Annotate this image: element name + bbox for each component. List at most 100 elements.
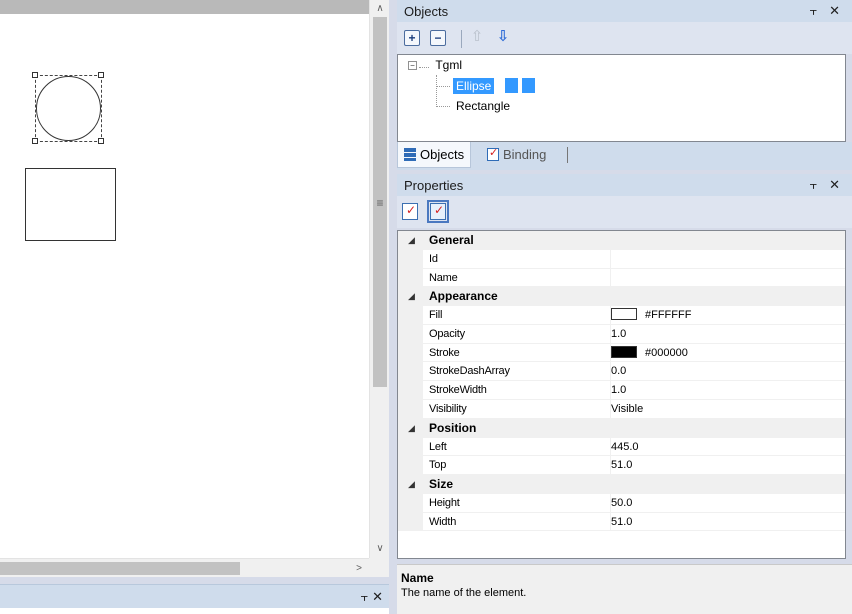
close-icon[interactable]: ✕ (829, 177, 844, 192)
tab-binding[interactable]: Binding (481, 142, 552, 168)
row-gutter (398, 268, 423, 287)
tree-item-ellipse[interactable]: Ellipse (453, 78, 495, 94)
category-label: General (429, 233, 474, 247)
category-position[interactable]: ◢ Position (398, 418, 845, 438)
objects-tree[interactable]: − Tgml Ellipse Rectangle (397, 54, 846, 142)
row-gutter (398, 325, 423, 343)
row-gutter (398, 512, 423, 531)
property-row-top[interactable]: Top 51.0 (398, 456, 845, 475)
property-name: Height (429, 496, 460, 509)
bottom-panel-header: ⫟ ✕ (0, 584, 389, 608)
tab-divider (567, 147, 568, 163)
resize-handle-bottom-left[interactable] (32, 138, 38, 144)
filtered-view-button[interactable] (427, 200, 449, 223)
panel-splitter[interactable] (389, 0, 397, 614)
design-canvas-area: ∧ ≡ ∨ > (0, 0, 389, 577)
splitter-grip-icon[interactable]: ≡ (370, 196, 390, 210)
selection-box (35, 75, 102, 142)
resize-handle-top-right[interactable] (98, 72, 104, 78)
property-value-top[interactable]: 51.0 (610, 456, 845, 474)
selection-highlight (505, 78, 518, 93)
property-row-visibility[interactable]: Visibility Visible (398, 399, 845, 419)
property-value-opacity[interactable]: 1.0 (610, 325, 845, 343)
property-grid[interactable]: ◢ General Id Name ◢ Appearance Fill #FFFF… (397, 230, 846, 559)
property-value-width[interactable]: 51.0 (610, 512, 845, 531)
property-name: Fill (429, 309, 443, 322)
row-gutter (398, 493, 423, 512)
collapse-triangle-icon[interactable]: ◢ (408, 231, 415, 250)
property-value-strokedasharray[interactable]: 0.0 (610, 362, 845, 381)
collapse-triangle-icon[interactable]: ◢ (408, 287, 415, 306)
vertical-scrollbar[interactable]: ∧ ≡ ∨ (369, 0, 389, 558)
collapse-all-button[interactable]: − (430, 30, 446, 46)
property-row-opacity[interactable]: Opacity 1.0 (398, 325, 845, 344)
pin-icon[interactable]: ⫟ (361, 589, 369, 604)
stroke-color-text: #000000 (645, 346, 688, 359)
property-row-strokewidth[interactable]: StrokeWidth 1.0 (398, 381, 845, 400)
tree-connector (436, 106, 450, 107)
description-title: Name (401, 571, 434, 585)
property-value-id[interactable] (610, 250, 845, 268)
close-icon[interactable]: ✕ (829, 3, 844, 18)
scroll-corner (369, 558, 389, 577)
property-value-stroke[interactable]: #000000 (610, 343, 845, 362)
resize-handle-top-left[interactable] (32, 72, 38, 78)
property-row-stroke[interactable]: Stroke #000000 (398, 343, 845, 363)
property-row-strokedasharray[interactable]: StrokeDashArray 0.0 (398, 362, 845, 382)
pin-icon[interactable]: ⫟ (810, 177, 822, 192)
row-gutter (398, 437, 423, 456)
property-row-fill[interactable]: Fill #FFFFFF (398, 306, 845, 326)
property-name: Visibility (429, 402, 467, 415)
property-row-name[interactable]: Name (398, 268, 845, 288)
horizontal-scroll-thumb[interactable] (0, 562, 240, 575)
objects-icon (404, 148, 416, 161)
category-size[interactable]: ◢ Size (398, 474, 845, 494)
scroll-up-icon[interactable]: ∧ (370, 0, 390, 17)
selection-highlight (522, 78, 535, 93)
property-value-visibility[interactable]: Visible (610, 399, 845, 418)
resize-handle-bottom-right[interactable] (98, 138, 104, 144)
pin-icon[interactable]: ⫟ (810, 3, 822, 18)
tree-item-rectangle[interactable]: Rectangle (453, 98, 513, 114)
fill-color-swatch[interactable] (611, 308, 637, 321)
close-icon[interactable]: ✕ (372, 589, 383, 604)
tree-node-label: Tgml (435, 58, 463, 72)
toolbar-separator (461, 30, 462, 48)
horizontal-scrollbar[interactable]: > (0, 558, 369, 577)
property-value-left[interactable]: 445.0 (610, 437, 845, 456)
binding-icon (487, 146, 499, 161)
property-row-height[interactable]: Height 50.0 (398, 493, 845, 513)
tree-connector (419, 67, 429, 68)
category-appearance[interactable]: ◢ Appearance (398, 287, 845, 307)
objects-toolbar: + − ⇧ ⇩ (397, 22, 852, 54)
property-value-height[interactable]: 50.0 (610, 493, 845, 512)
objects-panel-title: Objects (404, 4, 449, 19)
tree-node-root[interactable]: − Tgml (408, 58, 462, 72)
tab-label: Binding (503, 147, 547, 162)
property-row-left[interactable]: Left 445.0 (398, 437, 845, 457)
scroll-right-icon[interactable]: > (349, 559, 369, 578)
stroke-color-swatch[interactable] (611, 345, 637, 358)
category-label: Appearance (429, 289, 498, 304)
scroll-down-icon[interactable]: ∨ (370, 540, 390, 557)
tree-item-label: Rectangle (456, 99, 511, 113)
collapse-node-icon[interactable]: − (408, 61, 417, 71)
property-value-strokewidth[interactable]: 1.0 (610, 381, 845, 399)
property-value-fill[interactable]: #FFFFFF (610, 306, 845, 325)
property-value-name[interactable] (610, 268, 845, 287)
move-down-button[interactable]: ⇩ (495, 29, 511, 46)
row-gutter (398, 399, 423, 418)
property-name: Opacity (429, 328, 465, 341)
rectangle-shape[interactable] (25, 168, 116, 241)
tab-objects[interactable]: Objects (397, 142, 472, 168)
property-row-id[interactable]: Id (398, 250, 845, 269)
expand-all-button[interactable]: + (404, 30, 420, 46)
property-row-width[interactable]: Width 51.0 (398, 512, 845, 532)
category-general[interactable]: ◢ General (398, 231, 845, 250)
collapse-triangle-icon[interactable]: ◢ (408, 419, 415, 438)
categorized-view-button[interactable] (402, 203, 418, 220)
collapse-triangle-icon[interactable]: ◢ (408, 475, 415, 494)
move-up-button[interactable]: ⇧ (469, 29, 485, 46)
property-description-pane: Name The name of the element. (397, 564, 852, 614)
design-canvas[interactable] (0, 14, 369, 558)
